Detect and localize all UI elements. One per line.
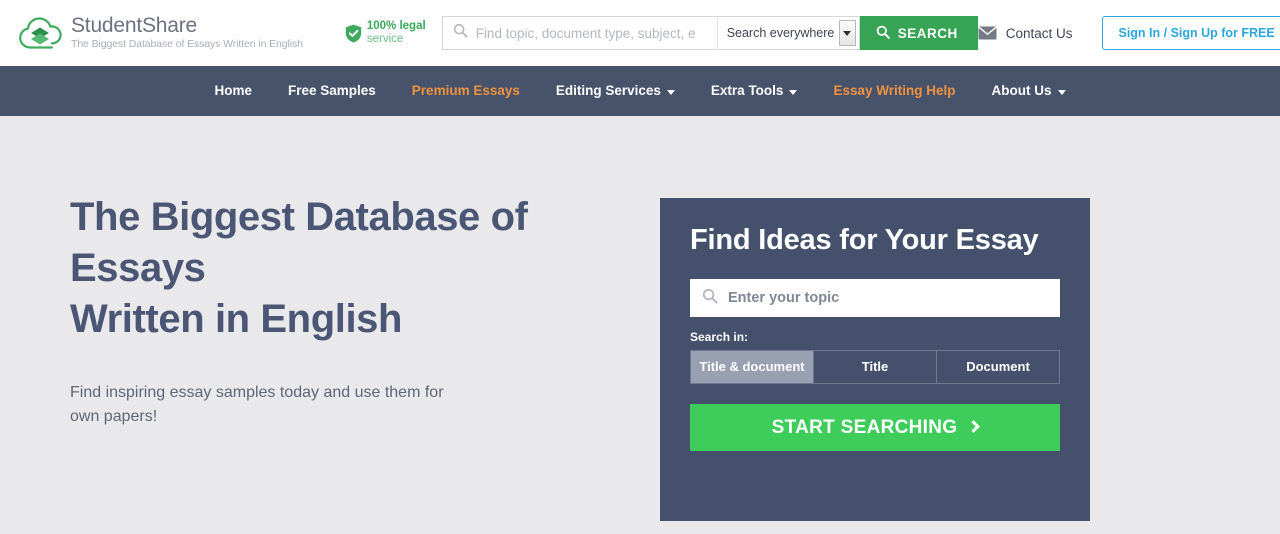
chevron-down-icon[interactable] [838,20,856,46]
start-searching-label: START SEARCHING [771,416,958,438]
logo-wordmark: StudentShare [71,13,198,37]
chevron-down-icon [789,89,798,95]
legal-badge-line2: service [366,33,404,45]
nav-item-label: About Us [991,83,1052,98]
start-searching-button[interactable]: START SEARCHING [690,404,1060,451]
chevron-down-icon [666,89,675,95]
search-in-tabs: Title & document Title Document [690,350,1060,384]
nav-item-label: Essay Writing Help [833,83,956,98]
nav-item-editing-services[interactable]: Editing Services [538,66,693,116]
search-in-label: Search in: [690,330,749,344]
hero-subtitle: Find inspiring essay samples today and u… [70,384,444,425]
shield-check-icon [345,24,362,43]
search-icon [702,288,718,309]
nav-item-premium-essays[interactable]: Premium Essays [394,66,538,116]
tab-title-and-document[interactable]: Title & document [691,351,814,383]
cloud-book-logo-icon [18,15,62,51]
hero-title-line-1: The Biggest Database of Essays [70,195,528,290]
logo-tagline: The Biggest Database of Essays Written i… [71,37,303,50]
envelope-icon [978,26,997,40]
topic-input[interactable] [718,290,1060,306]
nav-item-label: Home [214,83,252,98]
header-search-field[interactable] [441,16,717,50]
nav-item-extra-tools[interactable]: Extra Tools [693,66,816,116]
search-scope-select[interactable]: Search everywhere [716,16,860,50]
nav-item-label: Free Samples [288,83,376,98]
chevron-down-icon [1057,89,1066,95]
hero-title-line-2: Written in English [70,297,403,341]
chevron-right-icon [967,420,981,433]
panel-title: Find Ideas for Your Essay [690,224,1039,256]
legal-badge-line1: 100% legal [366,20,426,33]
nav-item-home[interactable]: Home [196,66,270,116]
nav-item-label: Editing Services [555,83,661,98]
find-ideas-panel: Find Ideas for Your Essay Search in: Tit… [660,198,1090,521]
nav-item-label: Extra Tools [710,83,784,98]
contact-us-label: Contact Us [1005,25,1073,41]
legal-service-badge: 100% legal service [345,20,426,46]
topic-search-field[interactable] [690,279,1060,317]
search-button[interactable]: SEARCH [859,16,978,50]
main-navigation: Home Free Samples Premium Essays Editing… [0,66,1280,116]
nav-item-essay-writing-help[interactable]: Essay Writing Help [815,66,973,116]
search-scope-value: Search everywhere [726,26,835,40]
search-input[interactable] [467,25,717,41]
search-button-label: SEARCH [897,25,958,41]
tab-document[interactable]: Document [937,351,1059,383]
nav-item-about-us[interactable]: About Us [974,66,1084,116]
search-icon [876,25,890,42]
nav-item-free-samples[interactable]: Free Samples [270,66,394,116]
contact-us-link[interactable]: Contact Us [978,25,1073,41]
header-search-form: Search everywhere SEARCH [441,16,978,50]
hero-copy: The Biggest Database of Essays Written i… [26,116,626,534]
header-actions: Contact Us Sign In / Sign Up for FREE [978,16,1280,50]
nav-item-label: Premium Essays [411,83,520,98]
search-icon [453,23,468,43]
tab-title[interactable]: Title [814,351,937,383]
site-logo[interactable]: StudentShare The Biggest Database of Ess… [18,13,303,52]
site-header: StudentShare The Biggest Database of Ess… [0,0,1280,66]
page-title: The Biggest Database of Essays Written i… [70,192,626,345]
sign-in-sign-up-button[interactable]: Sign In / Sign Up for FREE [1102,16,1280,50]
hero-section: The Biggest Database of Essays Written i… [0,116,1280,534]
